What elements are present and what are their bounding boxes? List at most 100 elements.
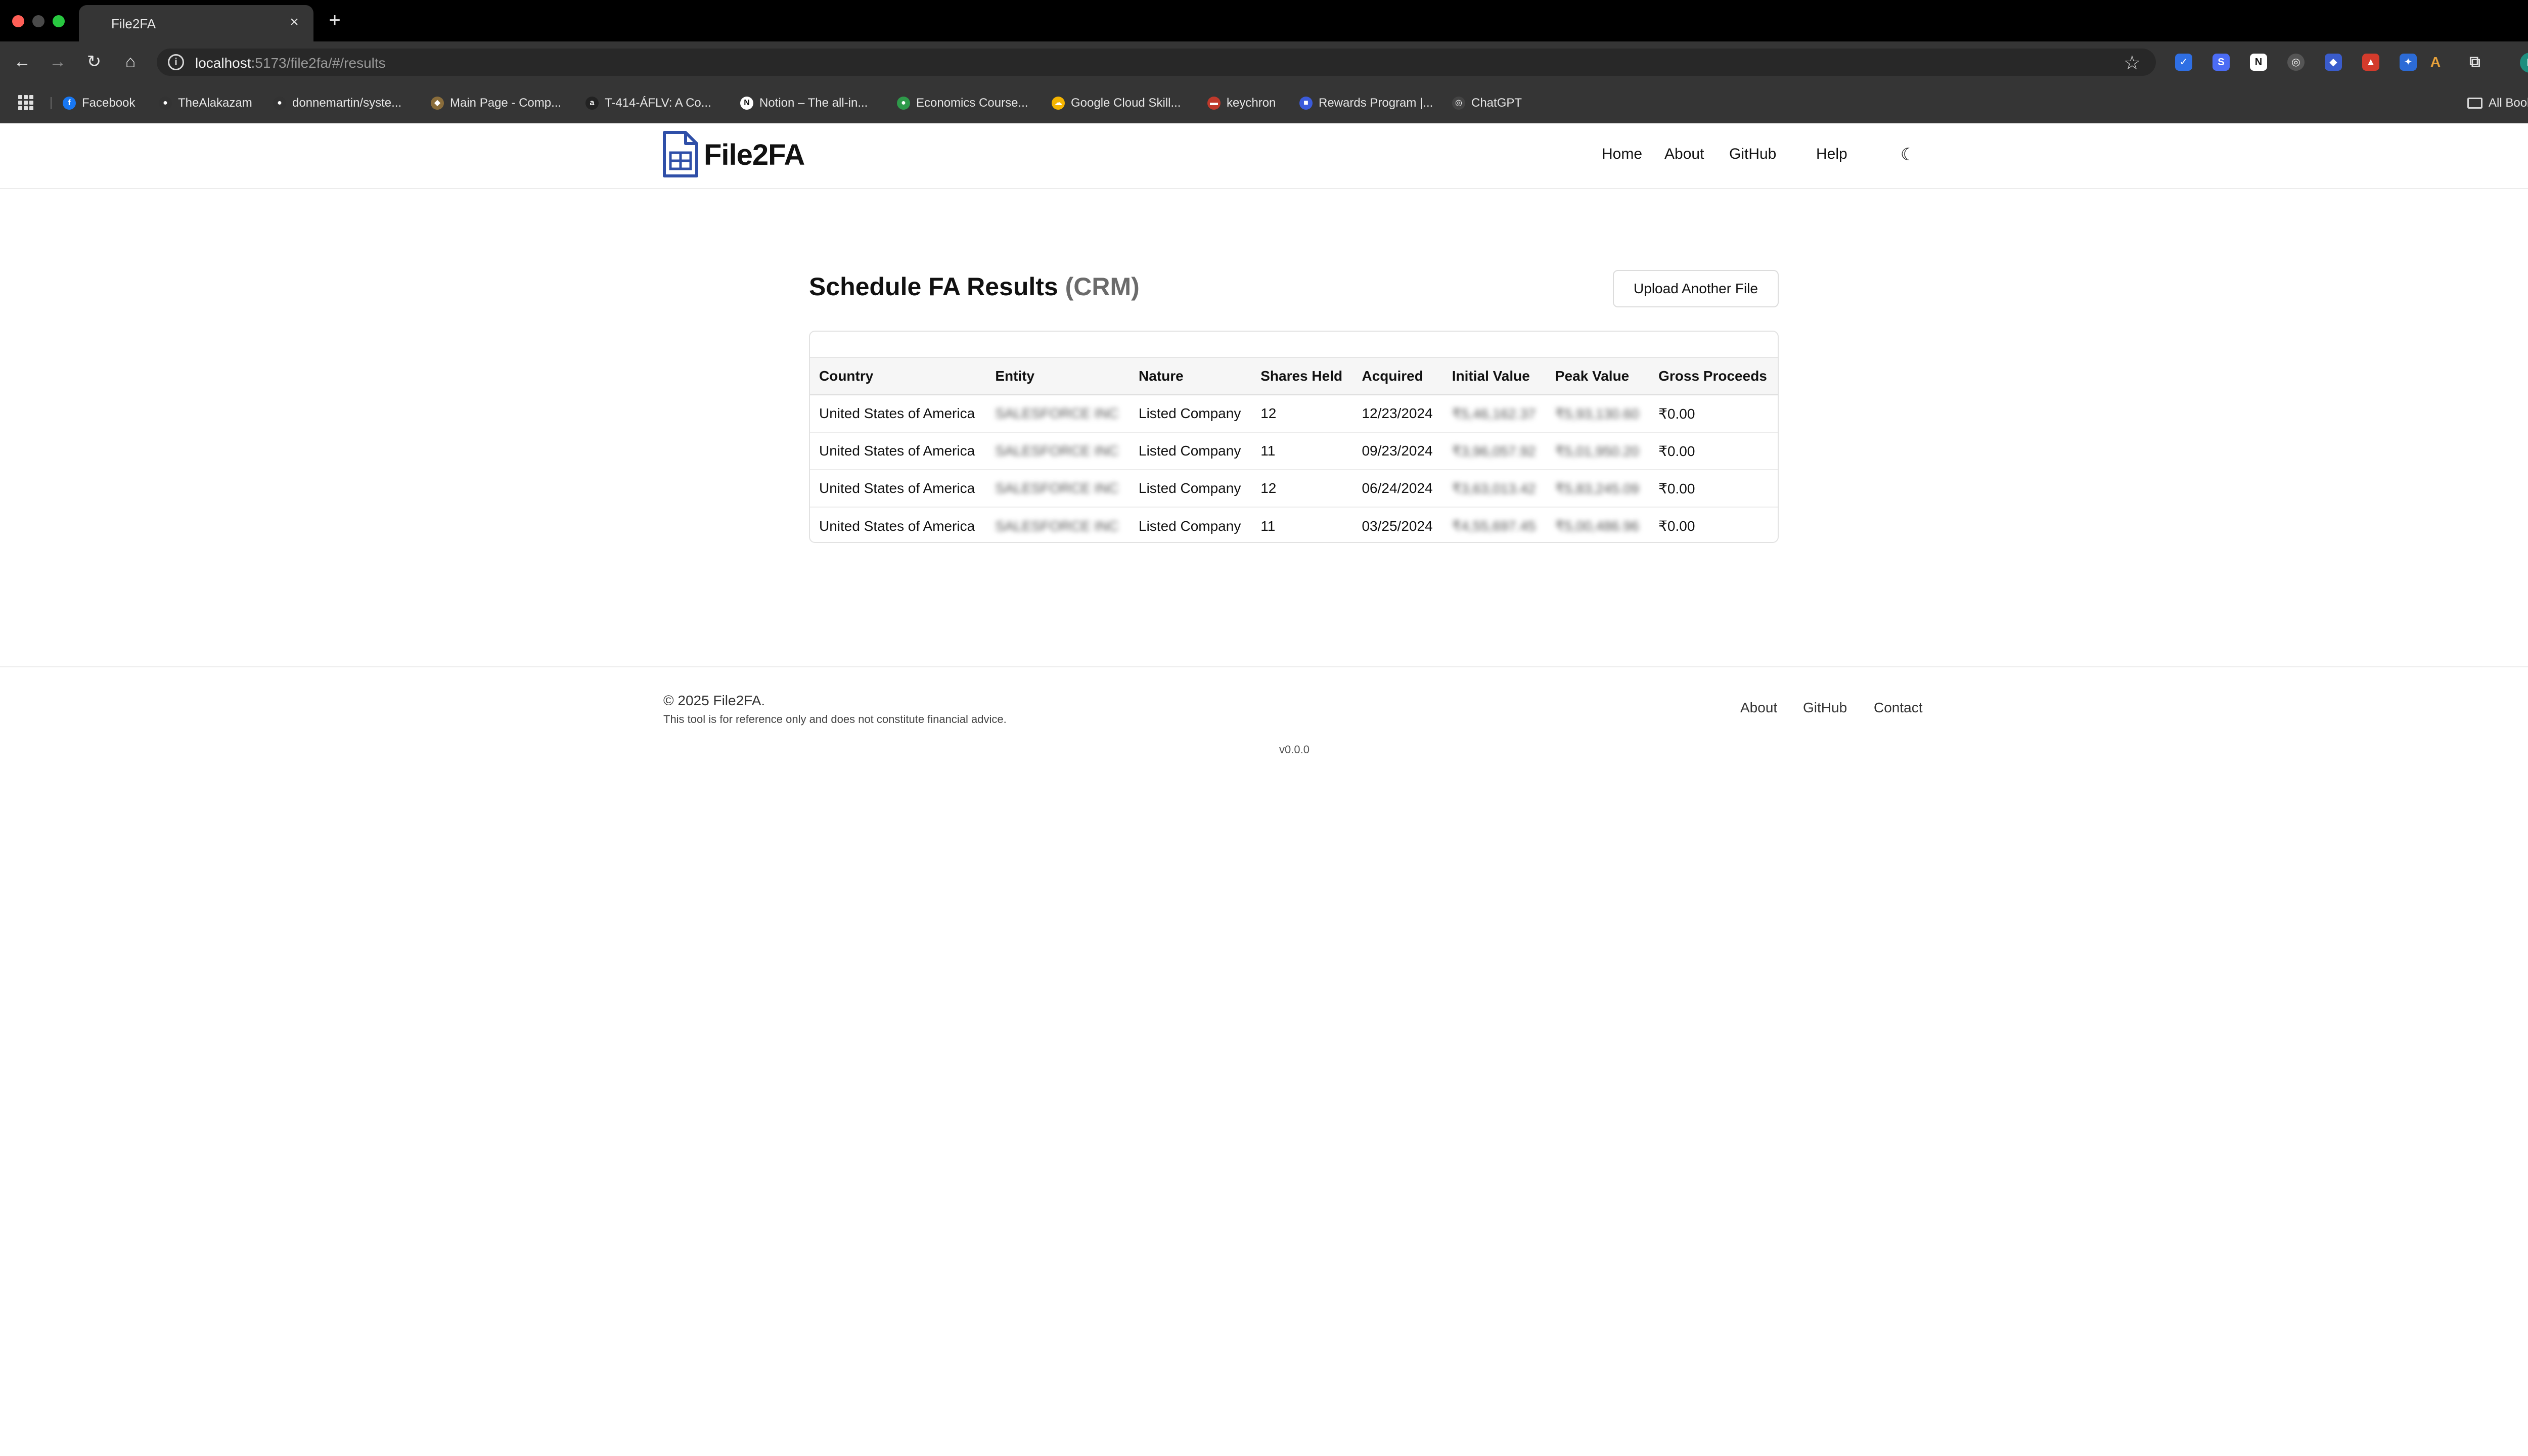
bookmark-label: Economics Course... (916, 96, 1028, 110)
rewards-icon: ■ (1299, 97, 1313, 110)
country-cell: United States of America (810, 470, 986, 508)
bookmark-item[interactable]: ● donnemartin/syste... (273, 94, 401, 112)
footer-link-contact[interactable]: Contact (1874, 700, 1923, 716)
bookmark-item[interactable]: ◆ Main Page - Comp... (431, 94, 561, 112)
gross-proceeds-cell: ₹0.00 (1649, 470, 1778, 508)
country-cell: United States of America (810, 395, 986, 433)
peak-value-cell: ₹5,83,245.09 (1546, 470, 1650, 508)
github-icon: ● (159, 97, 172, 110)
nav-home[interactable]: Home (1602, 146, 1642, 163)
browser-tab-active[interactable]: File2FA × (79, 5, 313, 41)
footer-link-github[interactable]: GitHub (1803, 700, 1847, 716)
browser-tab-strip: File2FA × + ⌄ (0, 0, 2528, 41)
shares-cell: 11 (1251, 432, 1353, 470)
extension-7-icon[interactable]: ✦ (2400, 54, 2417, 71)
all-bookmarks-label: All Bookmarks (2489, 96, 2528, 110)
bookmark-label: keychron (1227, 96, 1276, 110)
back-button[interactable]: ← (11, 51, 33, 73)
country-cell: United States of America (819, 518, 975, 534)
site-logo[interactable]: File2FA (661, 130, 805, 179)
version-label: v0.0.0 (1279, 743, 1310, 756)
bookmark-item[interactable]: N Notion – The all-in... (740, 94, 868, 112)
extensions-puzzle-icon[interactable]: ⧉ (2466, 54, 2484, 71)
column-header: Shares Held (1260, 368, 1343, 384)
column-header: Acquired (1362, 368, 1423, 384)
bookmark-label: Rewards Program |... (1319, 96, 1433, 110)
table-header-row: Country Entity Nature Shares Held Acquir… (810, 357, 1778, 395)
bookmark-label: TheAlakazam (178, 96, 252, 110)
window-minimize-button[interactable] (32, 15, 44, 27)
extension-6-icon[interactable]: ▲ (2362, 54, 2379, 71)
site-header: File2FA Home About GitHub Help ☾ (0, 123, 2528, 189)
extension-8-icon[interactable]: A (2427, 54, 2444, 71)
extension-4-icon[interactable]: ◎ (2287, 54, 2305, 71)
shares-cell: 11 (1260, 518, 1276, 534)
bookmark-item[interactable]: a T-414-ÁFLV: A Co... (585, 94, 711, 112)
site-info-icon[interactable]: i (168, 54, 184, 70)
column-header: Peak Value (1555, 368, 1630, 384)
reload-button[interactable]: ↻ (83, 51, 105, 73)
nature-cell: Listed Company (1130, 470, 1252, 508)
ticker-suffix: (CRM) (1065, 272, 1140, 301)
nav-github[interactable]: GitHub (1729, 146, 1776, 163)
bookmark-item[interactable]: f Facebook (63, 94, 135, 112)
acquired-cell: 03/25/2024 (1362, 518, 1433, 534)
acquired-cell: 12/23/2024 (1352, 395, 1443, 433)
table-row: United States of America SALESFORCE INC Li… (810, 395, 1778, 433)
wiki-icon: ◆ (431, 97, 444, 110)
initial-value-cell: ₹3,63,013.42 (1442, 470, 1546, 508)
bookmark-label: ChatGPT (1471, 96, 1522, 110)
url-text: localhost:5173/file2fa/#/results (195, 55, 386, 71)
table-row: United States of America SALESFORCE INC Li… (810, 507, 1778, 542)
peak-value-cell: ₹5,01,950.20 (1546, 432, 1650, 470)
apps-grid-icon[interactable] (18, 95, 33, 110)
brand-name: File2FA (704, 138, 805, 171)
initial-value-cell: ₹4,55,697.45 (1452, 518, 1536, 534)
github-icon: ● (273, 97, 286, 110)
column-header: Country (819, 368, 874, 384)
bookmark-star-icon[interactable]: ☆ (2124, 52, 2141, 74)
google-cloud-icon: ☁ (1052, 97, 1065, 110)
facebook-icon: f (63, 97, 76, 110)
extension-1-icon[interactable]: ✓ (2175, 54, 2192, 71)
window-maximize-button[interactable] (53, 15, 65, 27)
nav-help[interactable]: Help (1816, 146, 1847, 163)
address-bar[interactable]: i localhost:5173/file2fa/#/results ☆ (157, 49, 2156, 76)
forward-button[interactable]: → (47, 51, 69, 73)
shares-cell: 12 (1251, 470, 1353, 508)
spreadsheet-file-icon (663, 131, 698, 177)
tab-close-icon[interactable]: × (285, 13, 303, 31)
bookmark-item[interactable]: ◎ ChatGPT (1452, 94, 1522, 112)
peak-value-cell: ₹5,00,486.96 (1555, 518, 1639, 534)
keychron-icon: ▬ (1207, 97, 1221, 110)
bookmark-item[interactable]: ☁ Google Cloud Skill... (1052, 94, 1181, 112)
gross-proceeds-cell: ₹0.00 (1658, 518, 1695, 534)
footer-link-about[interactable]: About (1740, 700, 1777, 716)
extension-5-icon[interactable]: ◆ (2325, 54, 2342, 71)
bookmark-item[interactable]: ▬ keychron (1207, 94, 1276, 112)
bookmark-item[interactable]: ■ Rewards Program |... (1299, 94, 1433, 112)
nav-about[interactable]: About (1664, 146, 1704, 163)
bookmarks-bar: f Facebook ● TheAlakazam ● donnemartin/syste.… (0, 82, 2528, 123)
notion-icon: N (740, 97, 753, 110)
amazon-icon: a (585, 97, 599, 110)
bookmark-item[interactable]: ● Economics Course... (897, 94, 1028, 112)
tab-title: File2FA (111, 16, 156, 31)
page-content: File2FA Home About GitHub Help ☾ Schedul… (0, 123, 2528, 1456)
nature-cell: Listed Company (1139, 518, 1241, 534)
bookmark-item[interactable]: ● TheAlakazam (159, 94, 252, 112)
results-table-card: Country Entity Nature Shares Held Acquir… (809, 331, 1779, 543)
upload-another-file-button[interactable]: Upload Another File (1613, 270, 1779, 307)
moon-icon[interactable]: ☾ (1897, 144, 1919, 166)
new-tab-button[interactable]: + (326, 9, 344, 31)
bookmark-label: Facebook (82, 96, 136, 110)
table-row: United States of America SALESFORCE INC Li… (810, 432, 1778, 470)
notion-extension-icon[interactable]: N (2250, 54, 2267, 71)
all-bookmarks-button[interactable]: All Bookmarks (2467, 94, 2528, 112)
extension-2-icon[interactable]: S (2213, 54, 2230, 71)
chatgpt-icon: ◎ (1452, 97, 1465, 110)
initial-value-cell: ₹5,46,162.37 (1442, 395, 1546, 433)
profile-avatar[interactable]: P (2520, 53, 2528, 73)
window-close-button[interactable] (12, 15, 24, 27)
home-button[interactable]: ⌂ (119, 51, 142, 73)
